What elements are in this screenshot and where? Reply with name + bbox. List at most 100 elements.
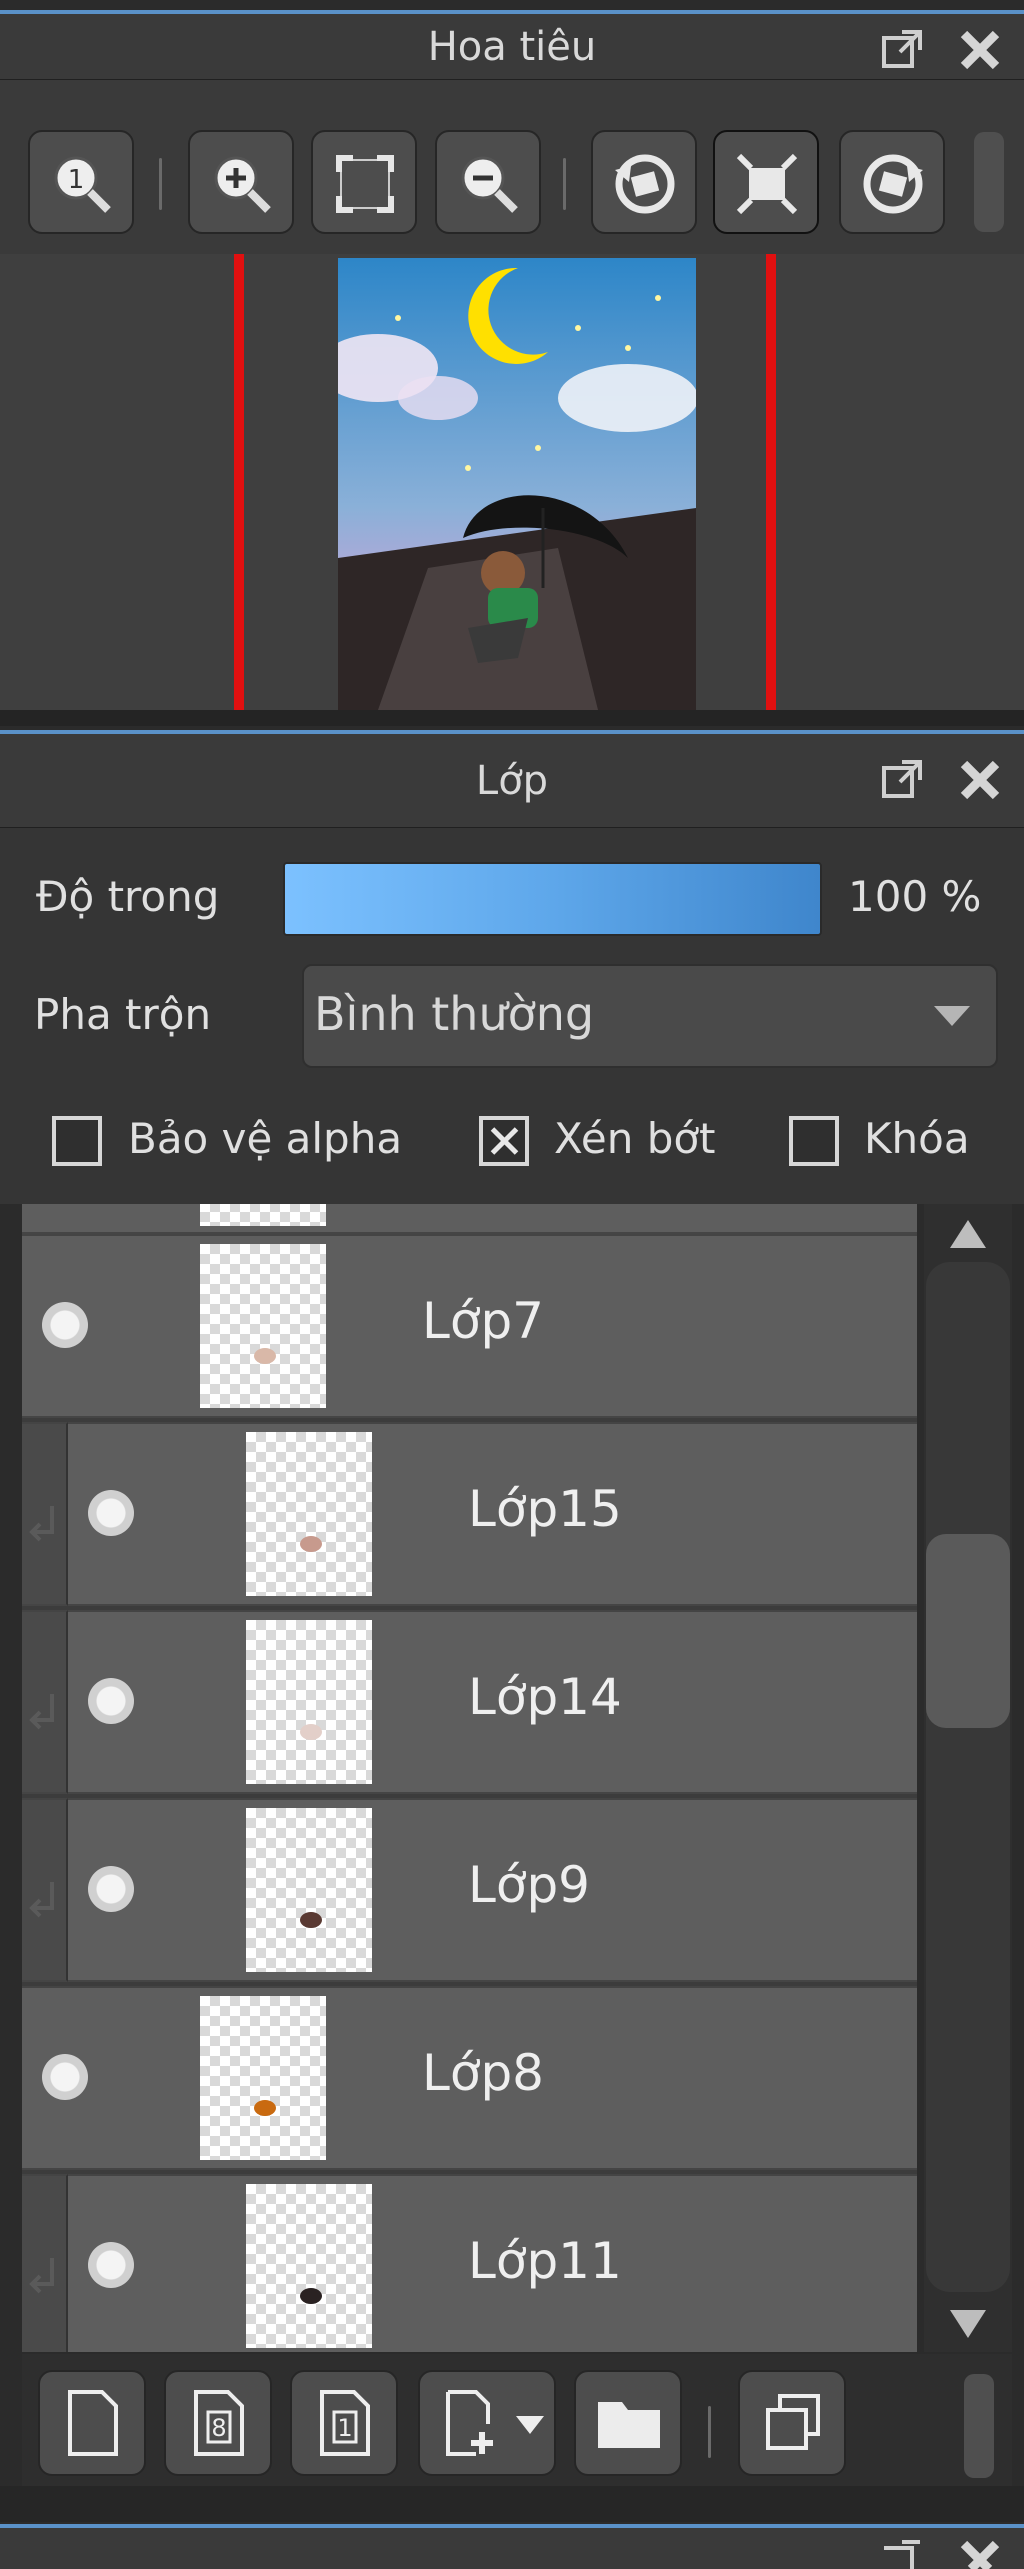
layers-title: Lớp [475,758,549,804]
fit-window-icon [336,155,394,213]
layer-bottom-toolbar: 8 1 [22,2354,1012,2486]
close-icon[interactable] [958,758,1002,802]
opacity-slider[interactable] [283,862,822,936]
layer-thumbnail [200,1244,326,1408]
canvas-thumbnail [338,258,696,710]
thumbnail-mark [300,2288,322,2304]
layer-row[interactable]: Lớp8 [22,1986,917,2170]
lock-label: Khóa [864,1114,970,1163]
zoom-out-button[interactable] [435,130,541,234]
popout-icon[interactable] [880,28,924,72]
visibility-toggle-icon[interactable] [88,1866,134,1912]
blend-mode-select[interactable]: Bình thường [302,964,998,1068]
layer-row[interactable]: Lớp9 [68,1798,917,1982]
navigator-title: Hoa tiêu [427,24,597,70]
zoom-actual-icon: 1 [54,156,111,213]
protect-alpha-checkbox[interactable] [52,1116,102,1166]
layer-list-scrollbar[interactable] [924,1204,1012,2352]
blend-mode-label: Pha trộn [34,990,212,1039]
clip-indicator-strip [22,1422,68,1606]
toolbar-separator [563,158,566,210]
close-icon[interactable] [958,28,1002,72]
layers-titlebar[interactable]: Lớp [0,734,1024,828]
rotate-right-icon [863,154,923,214]
clip-arrow-icon [29,2258,54,2294]
thumbnail-mark [254,2100,276,2116]
clip-indicator-strip [22,2174,68,2352]
duplicate-layer-button[interactable] [738,2370,846,2476]
layer-thumbnail [246,1808,372,1972]
visibility-toggle-icon[interactable] [88,1678,134,1724]
next-panel-titlebar[interactable] [0,2528,1024,2569]
opacity-label: Độ trong [36,872,220,921]
toolbar-separator [708,2406,711,2458]
layer-thumbnail [200,1996,326,2160]
actual-size-button[interactable]: 1 [28,130,134,234]
page-8-icon: 8 [194,2390,244,2456]
visibility-toggle-icon[interactable] [42,2054,88,2100]
clipping-label: Xén bớt [554,1114,716,1163]
clip-arrow-icon [29,1506,54,1542]
layer-row[interactable]: Lớp11 [68,2174,917,2352]
rotate-right-button[interactable] [839,130,945,234]
lock-checkbox[interactable] [789,1116,839,1166]
thumbnail-mark [300,1912,322,1928]
layer-name: Lớp9 [468,1856,590,1914]
layer-thumbnail [246,1432,372,1596]
layer-name: Lớp8 [422,2044,544,2102]
page-1-icon: 1 [320,2390,370,2456]
popout-icon[interactable] [880,758,924,802]
layer-row[interactable]: Lớp14 [68,1610,917,1794]
layer-row-partial[interactable] [22,1204,917,1234]
zoom-in-button[interactable] [188,130,294,234]
layer-list: Lớp7 Lớp15 Lớp14 Lớp9 Lớp8 Lớp11 [22,1204,917,2352]
toolbar-separator [159,158,162,210]
panel-splitter[interactable] [0,710,1024,726]
new-page-icon [68,2390,118,2456]
duplicate-icon [766,2394,820,2450]
visibility-toggle-icon[interactable] [42,1302,88,1348]
layer-name: Lớp11 [468,2232,622,2290]
new-8bit-layer-button[interactable]: 8 [164,2370,272,2476]
clip-arrow-icon [29,1694,54,1730]
popout-icon[interactable] [880,2538,924,2569]
navigator-preview[interactable] [0,254,1024,710]
visibility-toggle-icon[interactable] [88,1490,134,1536]
thumbnail-mark [300,1536,322,1552]
clipping-checkbox[interactable] [479,1116,529,1166]
layer-name: Lớp14 [468,1668,622,1726]
svg-text:8: 8 [211,2414,226,2442]
layer-row[interactable]: Lớp15 [68,1422,917,1606]
chevron-down-icon [934,1006,970,1026]
fullscreen-button[interactable] [713,130,819,234]
clip-indicator-strip [22,1610,68,1794]
add-page-icon [446,2390,493,2456]
toolbar-overflow-handle[interactable] [974,132,1004,232]
new-1bit-layer-button[interactable]: 1 [290,2370,398,2476]
scroll-up-icon[interactable] [946,1216,990,1252]
close-icon[interactable] [958,2538,1002,2569]
panel-splitter[interactable] [0,2486,1024,2522]
add-layer-menu-button[interactable] [418,2370,556,2476]
new-layer-button[interactable] [38,2370,146,2476]
fit-button[interactable] [311,130,417,234]
layer-thumbnail [246,2184,372,2348]
svg-text:1: 1 [68,165,85,195]
layer-row[interactable]: Lớp7 [22,1234,917,1418]
new-folder-button[interactable] [574,2370,682,2476]
layer-thumbnail [200,1204,326,1226]
thumbnail-mark [300,1724,322,1740]
protect-alpha-label: Bảo vệ alpha [128,1114,403,1163]
layer-name: Lớp15 [468,1480,622,1538]
navigator-titlebar[interactable]: Hoa tiêu [0,14,1024,80]
scroll-track[interactable] [926,1262,1010,2292]
visibility-toggle-icon[interactable] [88,2242,134,2288]
scroll-thumb[interactable] [926,1534,1010,1728]
view-frame-right [766,254,776,710]
dropdown-arrow-icon [516,2416,544,2434]
rotate-left-button[interactable] [591,130,697,234]
clip-indicator-strip [22,1798,68,1982]
scroll-down-icon[interactable] [946,2306,990,2342]
navigator-toolbar: 1 [0,80,1024,254]
toolbar-overflow-handle[interactable] [964,2374,994,2478]
